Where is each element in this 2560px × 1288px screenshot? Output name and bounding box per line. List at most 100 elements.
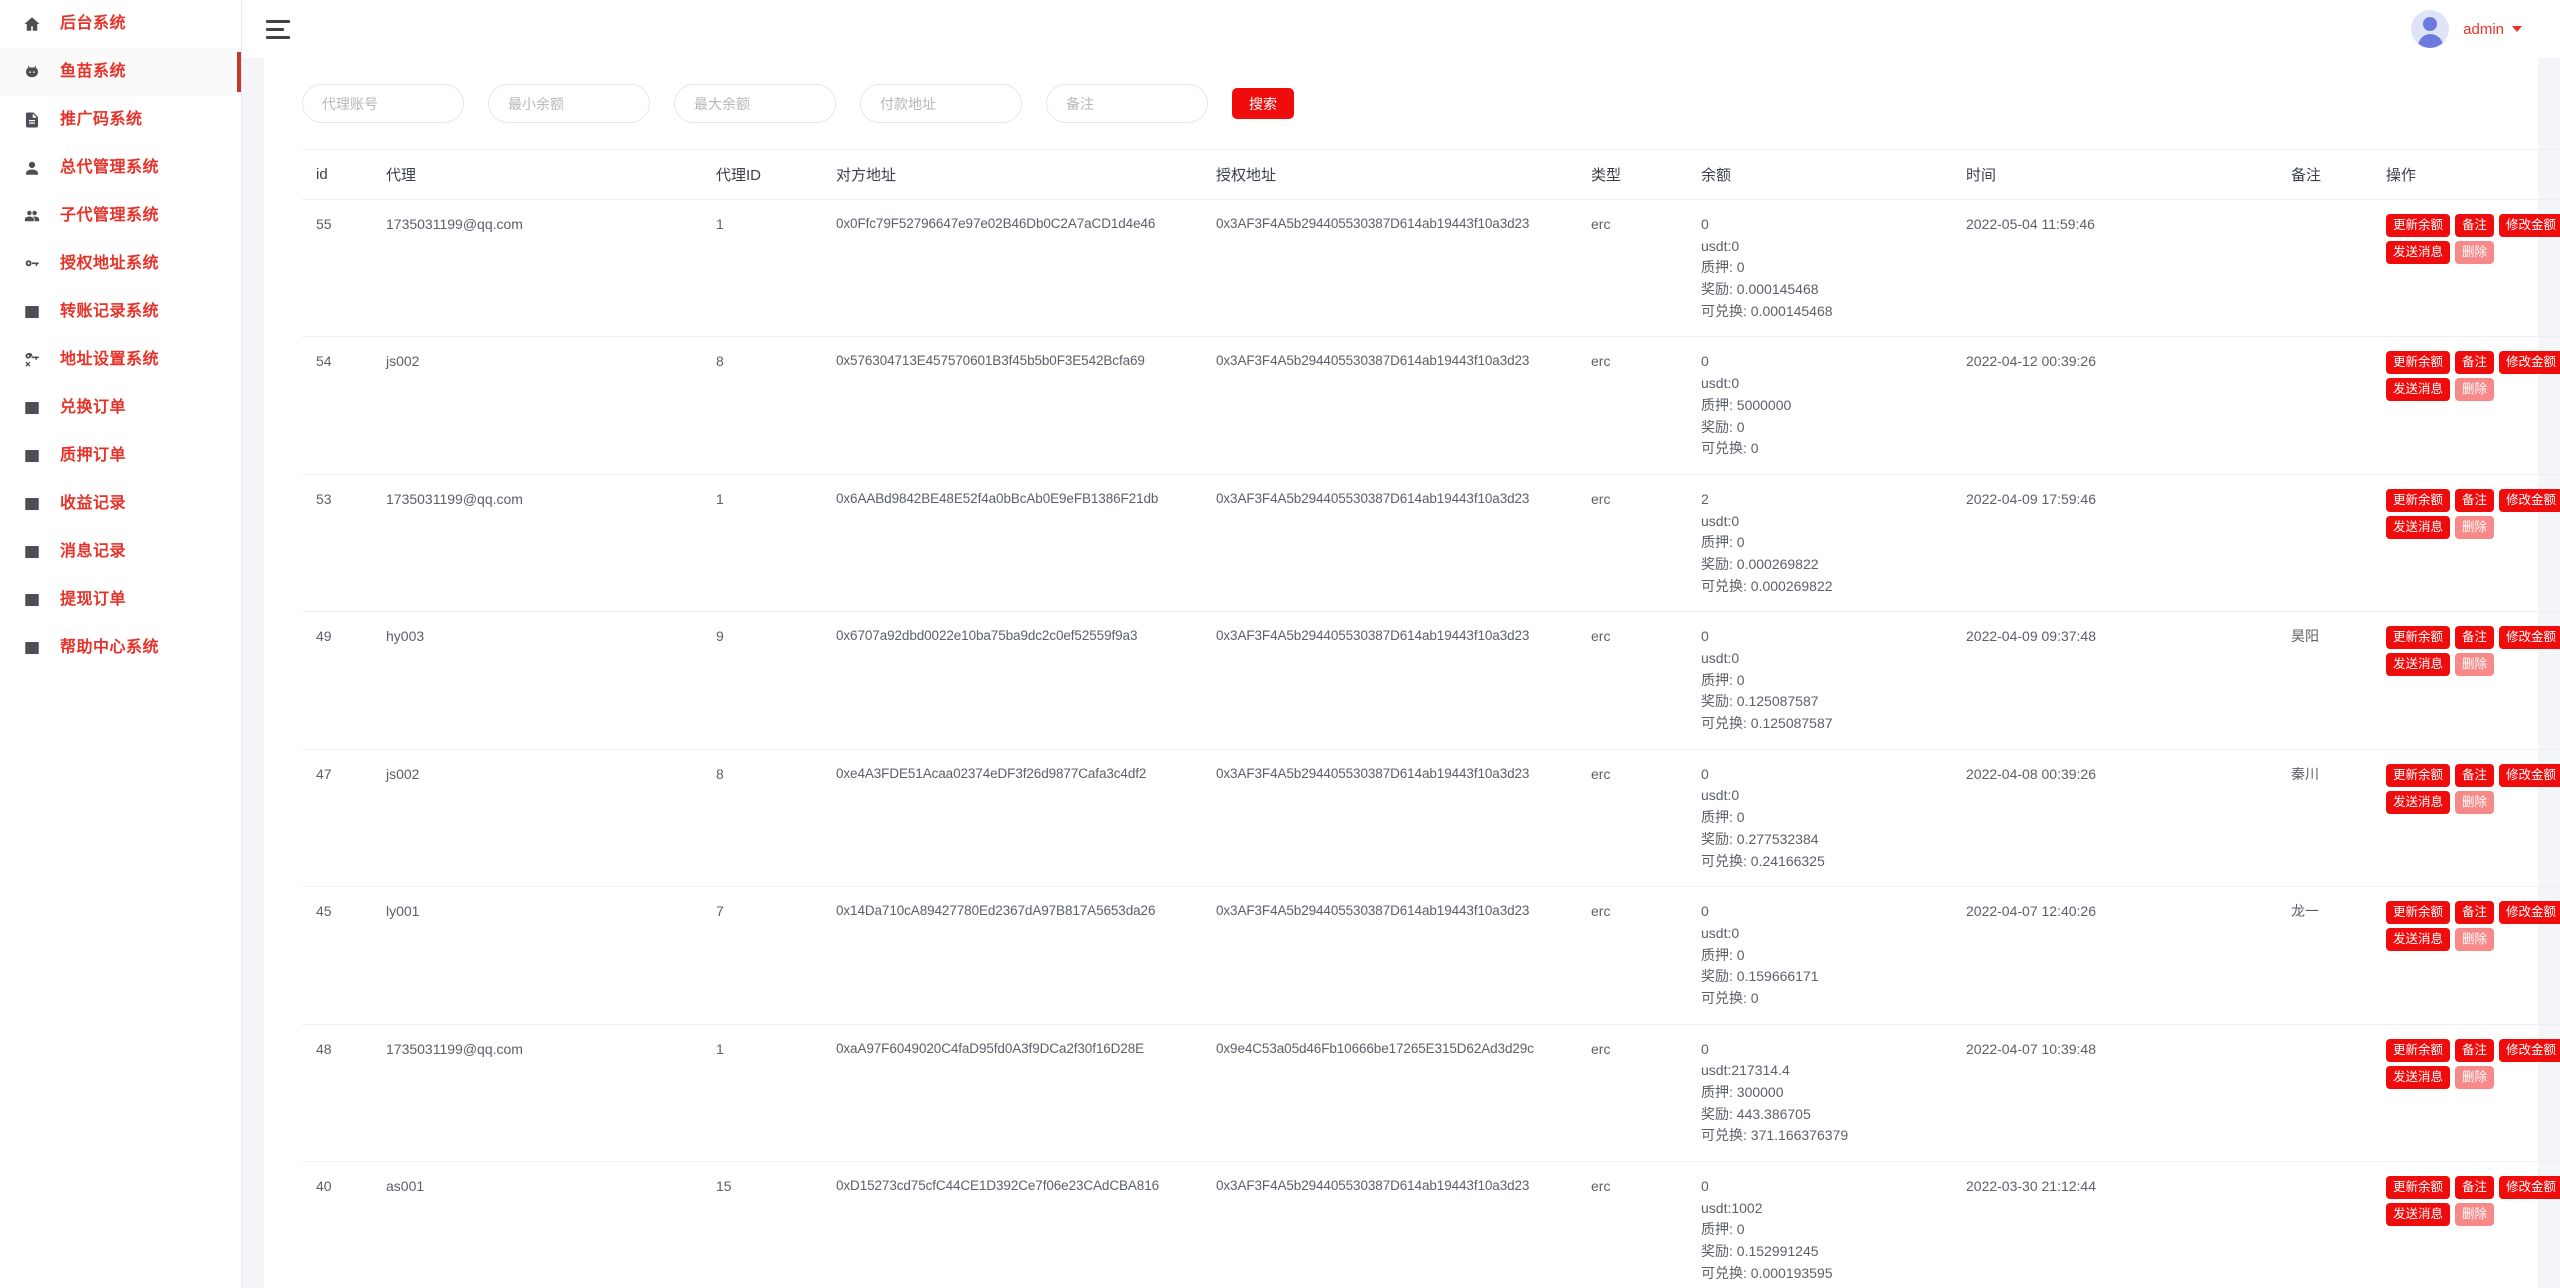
sidebar-item-13[interactable]: 帮助中心系统 xyxy=(0,624,241,672)
action-button-1[interactable]: 备注 xyxy=(2455,1176,2495,1200)
column-header-2: 代理ID xyxy=(702,149,822,200)
balance-pledge: 质押: 0 xyxy=(1701,946,1745,963)
cell-counterparty: 0xD15273cd75cfC44CE1D392Ce7f06e23CAdCBA8… xyxy=(822,1161,1202,1288)
cell-agent_id: 9 xyxy=(702,611,822,750)
hamburger-icon[interactable] xyxy=(262,18,290,40)
balance-balance: 2 xyxy=(1701,490,1709,507)
balance-pledge: 质押: 300000 xyxy=(1701,1084,1784,1100)
cell-actions: 更新余额 备注 修改金额发送消息 删除 xyxy=(2372,336,2560,475)
cell-note xyxy=(2277,336,2372,475)
sidebar-item-1[interactable]: 鱼苗系统 xyxy=(0,48,241,96)
search-button[interactable]: 搜索 xyxy=(1232,88,1294,119)
cell-id: 48 xyxy=(302,1024,372,1163)
user-name: admin xyxy=(2463,20,2504,38)
sidebar-item-8[interactable]: 兑换订单 xyxy=(0,384,241,432)
column-header-7: 时间 xyxy=(1952,149,2277,200)
action-button-3[interactable]: 发送消息 xyxy=(2386,1065,2451,1089)
records-table: id 代理 代理ID 对方地址 授权地址 类型 余额 时间 备注 操作 55 1735031199@… xyxy=(302,149,2560,1288)
action-button-1[interactable]: 备注 xyxy=(2455,1038,2495,1062)
action-button-4[interactable]: 删除 xyxy=(2455,1203,2495,1227)
topbar: admin xyxy=(242,0,2560,58)
balance-pledge: 质押: 0 xyxy=(1701,809,1745,826)
sidebar-item-11[interactable]: 消息记录 xyxy=(0,528,241,576)
user-menu[interactable]: admin xyxy=(2411,10,2522,48)
action-button-4[interactable]: 删除 xyxy=(2455,790,2495,814)
action-button-3[interactable]: 发送消息 xyxy=(2386,241,2451,264)
column-header-4: 授权地址 xyxy=(1202,149,1577,200)
action-button-3[interactable]: 发送消息 xyxy=(2386,378,2451,402)
table-row: 45 ly001 7 0x14Da710cA89427780Ed2367dA97B81… xyxy=(302,886,2560,1025)
cell-actions: 更新余额 备注 修改金额发送消息 删除 xyxy=(2372,1161,2560,1288)
cell-authorized: 0x3AF3F4A5b294405530387D614ab19443f10a3d… xyxy=(1202,611,1577,750)
search-bar: 搜索 xyxy=(264,58,2538,149)
agent-account-input[interactable] xyxy=(302,84,464,123)
balance-balance: 0 xyxy=(1701,1040,1709,1057)
action-button-4[interactable]: 删除 xyxy=(2455,928,2495,952)
min-balance-input[interactable] xyxy=(488,84,650,123)
app-root: 后台系统 鱼苗系统 推广码系统 总代管理系统 子代管理系统 授权地址系统 转账记录系统 地址设… xyxy=(0,0,2560,1288)
cell-agent: as001 xyxy=(372,1161,702,1288)
sidebar-item-5[interactable]: 授权地址系统 xyxy=(0,240,241,288)
action-button-2[interactable]: 修改金额 xyxy=(2499,626,2560,650)
action-button-4[interactable]: 删除 xyxy=(2455,653,2495,677)
sidebar-item-4[interactable]: 子代管理系统 xyxy=(0,192,241,240)
action-button-3[interactable]: 发送消息 xyxy=(2386,1203,2451,1227)
action-button-4[interactable]: 删除 xyxy=(2455,515,2495,539)
action-button-1[interactable]: 备注 xyxy=(2455,763,2495,787)
action-button-2[interactable]: 修改金额 xyxy=(2499,488,2560,512)
action-button-0[interactable]: 更新余额 xyxy=(2386,763,2451,787)
action-button-3[interactable]: 发送消息 xyxy=(2386,928,2451,952)
action-button-0[interactable]: 更新余额 xyxy=(2386,1038,2451,1062)
action-button-4[interactable]: 删除 xyxy=(2455,378,2495,402)
table-row: 49 hy003 9 0x6707a92dbd0022e10ba75ba9dc2c0e… xyxy=(302,611,2560,750)
balance-usdt: usdt:0 xyxy=(1701,787,1740,804)
cell-authorized: 0x3AF3F4A5b294405530387D614ab19443f10a3d… xyxy=(1202,749,1577,888)
action-button-2[interactable]: 修改金额 xyxy=(2499,351,2560,375)
sidebar-item-12[interactable]: 提现订单 xyxy=(0,576,241,624)
balance-redeemable: 可兑换: 0 xyxy=(1701,440,1759,457)
balance-usdt: usdt:0 xyxy=(1701,237,1740,254)
cell-agent: 1735031199@qq.com xyxy=(372,474,702,613)
action-button-2[interactable]: 修改金额 xyxy=(2499,1176,2560,1200)
cell-authorized: 0x3AF3F4A5b294405530387D614ab19443f10a3d… xyxy=(1202,1161,1577,1288)
action-button-0[interactable]: 更新余额 xyxy=(2386,626,2451,650)
action-button-2[interactable]: 修改金额 xyxy=(2499,763,2560,787)
sidebar-item-2[interactable]: 推广码系统 xyxy=(0,96,241,144)
action-button-3[interactable]: 发送消息 xyxy=(2386,653,2451,677)
key-icon xyxy=(22,254,42,274)
action-button-0[interactable]: 更新余额 xyxy=(2386,1176,2451,1200)
table-wrapper: id 代理 代理ID 对方地址 授权地址 类型 余额 时间 备注 操作 55 1735031199@… xyxy=(264,149,2560,1288)
action-button-4[interactable]: 删除 xyxy=(2455,1065,2495,1089)
action-button-0[interactable]: 更新余额 xyxy=(2386,214,2451,237)
balance-usdt: usdt:217314.4 xyxy=(1701,1062,1790,1079)
action-group: 更新余额 备注 修改金额发送消息 删除 xyxy=(2386,1038,2560,1089)
action-button-0[interactable]: 更新余额 xyxy=(2386,351,2451,375)
remark-input[interactable] xyxy=(1046,84,1208,123)
sidebar-item-0[interactable]: 后台系统 xyxy=(0,0,241,48)
action-button-2[interactable]: 修改金额 xyxy=(2499,901,2560,925)
action-button-0[interactable]: 更新余额 xyxy=(2386,901,2451,925)
action-button-1[interactable]: 备注 xyxy=(2455,488,2495,512)
action-button-4[interactable]: 删除 xyxy=(2455,241,2495,264)
action-button-2[interactable]: 修改金额 xyxy=(2499,1038,2560,1062)
sidebar-item-6[interactable]: 转账记录系统 xyxy=(0,288,241,336)
action-button-1[interactable]: 备注 xyxy=(2455,626,2495,650)
sidebar-item-10[interactable]: 收益记录 xyxy=(0,480,241,528)
payment-address-input[interactable] xyxy=(860,84,1022,123)
avatar-icon xyxy=(2411,10,2450,48)
sidebar-item-3[interactable]: 总代管理系统 xyxy=(0,144,241,192)
action-button-3[interactable]: 发送消息 xyxy=(2386,515,2451,539)
action-button-2[interactable]: 修改金额 xyxy=(2499,214,2560,237)
main-area: admin 搜索 id代理代理ID对方地址授权地址类型余额时间备注操作 5517… xyxy=(242,0,2560,1288)
action-button-1[interactable]: 备注 xyxy=(2455,901,2495,925)
action-button-3[interactable]: 发送消息 xyxy=(2386,790,2451,814)
action-button-1[interactable]: 备注 xyxy=(2455,214,2495,237)
cell-authorized: 0x9e4C53a05d46Fb10666be17265E315D62Ad3d2… xyxy=(1202,1024,1577,1163)
sidebar-item-9[interactable]: 质押订单 xyxy=(0,432,241,480)
action-button-0[interactable]: 更新余额 xyxy=(2386,488,2451,512)
sidebar-item-7[interactable]: 地址设置系统 xyxy=(0,336,241,384)
action-button-1[interactable]: 备注 xyxy=(2455,351,2495,375)
max-balance-input[interactable] xyxy=(674,84,836,123)
cell-note: 龙一 xyxy=(2277,886,2372,1025)
cell-agent_id: 7 xyxy=(702,886,822,1025)
